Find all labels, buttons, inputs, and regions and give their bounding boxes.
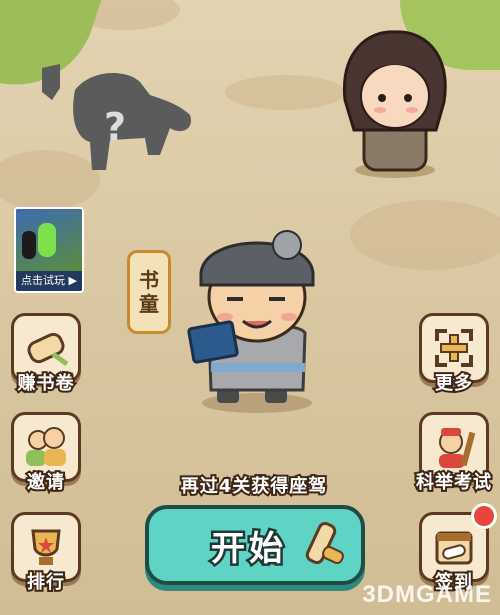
scroll-icon — [305, 521, 344, 565]
watermark: 3DMGAME — [362, 581, 492, 608]
female-character[interactable] — [340, 30, 450, 178]
role-tag-char: 童 — [139, 292, 159, 316]
ground-patch — [225, 75, 345, 110]
character-blush — [217, 313, 233, 321]
character-blush — [281, 313, 297, 321]
female-blush — [406, 107, 418, 113]
mount-attachment-shape — [42, 64, 60, 100]
thumbnail-figure — [38, 223, 56, 257]
trial-game-ad[interactable]: 点击试玩 ▶ — [14, 207, 84, 293]
ranking-button[interactable]: 排行 — [8, 512, 84, 595]
ground-patch — [350, 200, 500, 270]
trial-game-caption: 点击试玩 ▶ — [16, 271, 82, 291]
invite-label: 邀请 — [25, 470, 66, 495]
invite-button[interactable]: 邀请 — [8, 412, 84, 495]
earn-scrolls-label: 赚书卷 — [16, 371, 76, 396]
character-sash — [211, 363, 305, 372]
book-boy-character[interactable] — [185, 225, 330, 415]
start-button-label: 开始 — [209, 527, 287, 572]
question-mark: ? — [104, 105, 126, 149]
female-eye — [378, 94, 386, 102]
female-blush — [374, 107, 386, 113]
locked-mount-silhouette[interactable]: ? — [30, 60, 200, 180]
mount-body-shape — [73, 72, 191, 170]
character-role-tag: 书 童 — [127, 250, 171, 334]
game-scene: ? 点击试玩 ▶ 书 童 赚书卷 邀请 排行 更多 科举考试 签到 再过4关获得… — [0, 0, 500, 615]
book-icon — [187, 320, 239, 364]
hat-knot — [272, 230, 302, 260]
ranking-label: 排行 — [25, 570, 66, 595]
female-eye — [404, 94, 412, 102]
earn-scrolls-button[interactable]: 赚书卷 — [8, 313, 84, 396]
role-tag-char: 书 — [139, 268, 159, 292]
thumbnail-figure — [22, 231, 36, 259]
start-button[interactable]: 开始 — [145, 505, 365, 585]
mount-progress-tip: 再过4关获得座驾 — [179, 474, 329, 499]
imperial-exam-label: 科举考试 — [414, 470, 493, 495]
imperial-exam-button[interactable]: 科举考试 — [414, 412, 493, 495]
more-button[interactable]: 更多 — [416, 313, 492, 396]
trial-game-thumbnail — [16, 209, 82, 271]
more-label: 更多 — [433, 371, 474, 396]
notification-dot — [471, 503, 497, 529]
female-face — [360, 63, 430, 129]
